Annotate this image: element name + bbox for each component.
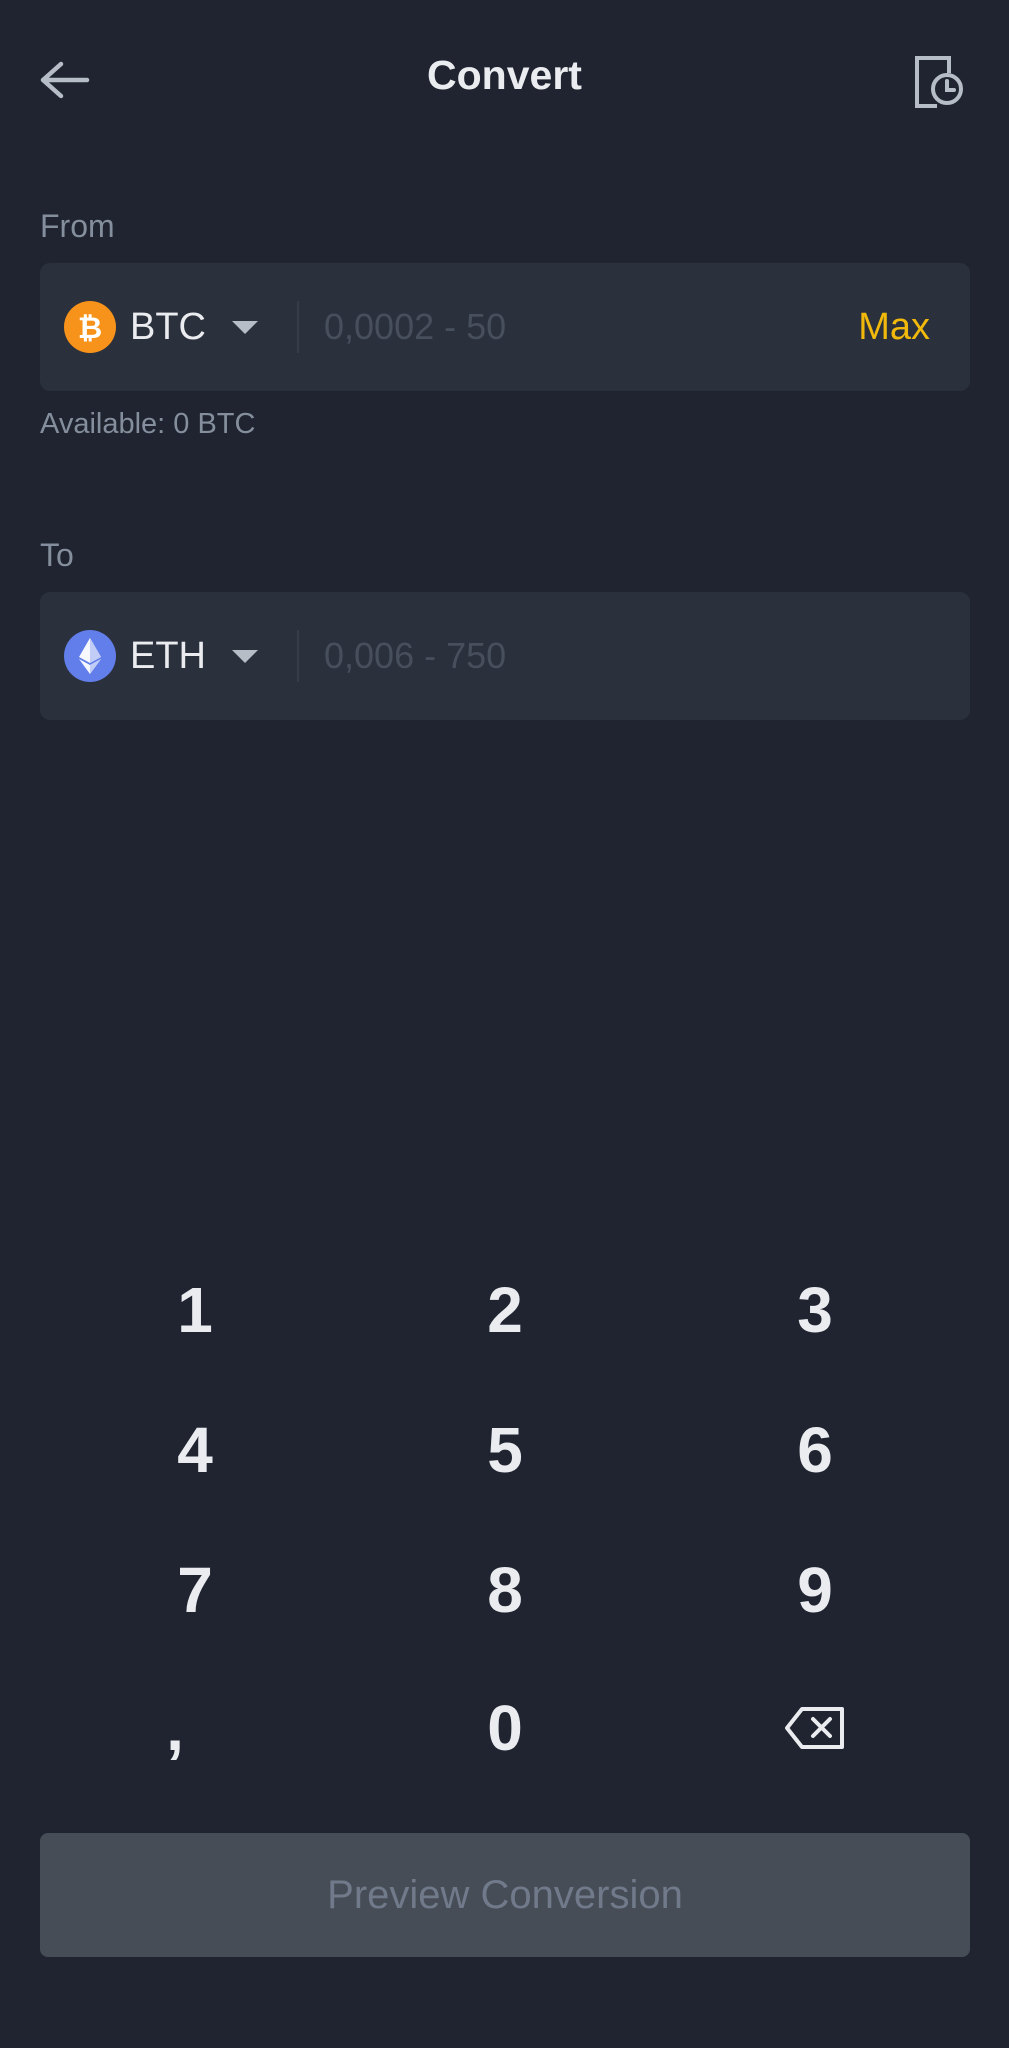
to-coin-code: ETH <box>130 634 206 677</box>
keypad-key-8[interactable]: 8 <box>350 1530 660 1650</box>
from-label: From <box>40 208 115 244</box>
svg-text:₿: ₿ <box>78 311 102 346</box>
order-history-button[interactable] <box>906 50 970 114</box>
from-amount-input[interactable] <box>324 263 824 391</box>
chevron-down-icon <box>232 649 258 663</box>
keypad-backspace-button[interactable] <box>660 1668 970 1788</box>
max-button[interactable]: Max <box>858 263 930 391</box>
order-history-icon <box>915 56 963 108</box>
from-field: ₿ BTC Max <box>40 263 970 391</box>
field-divider <box>297 301 299 353</box>
from-coin-selector[interactable]: ₿ BTC <box>64 263 258 391</box>
keypad-key-0[interactable]: 0 <box>350 1668 660 1788</box>
bitcoin-icon: ₿ <box>64 301 116 353</box>
backspace-icon <box>785 1707 844 1749</box>
keypad-key-2[interactable]: 2 <box>350 1250 660 1370</box>
from-coin-code: BTC <box>130 305 206 348</box>
preview-conversion-button[interactable]: Preview Conversion <box>40 1833 970 1957</box>
keypad-key-9[interactable]: 9 <box>660 1530 970 1650</box>
chevron-down-icon <box>232 320 258 334</box>
available-balance: Available: 0 BTC <box>40 408 256 440</box>
keypad-key-1[interactable]: 1 <box>40 1250 350 1370</box>
to-label: To <box>40 537 74 573</box>
ethereum-icon <box>64 630 116 682</box>
to-field: ETH <box>40 592 970 720</box>
header-bar: Convert <box>0 0 1009 160</box>
keypad-key-5[interactable]: 5 <box>350 1390 660 1510</box>
field-divider <box>297 630 299 682</box>
page-title: Convert <box>427 52 582 98</box>
keypad-key-7[interactable]: 7 <box>40 1530 350 1650</box>
keypad-key-decimal[interactable]: , <box>20 1668 330 1788</box>
to-coin-selector[interactable]: ETH <box>64 592 258 720</box>
keypad-key-6[interactable]: 6 <box>660 1390 970 1510</box>
keypad-key-3[interactable]: 3 <box>660 1250 970 1370</box>
keypad-key-4[interactable]: 4 <box>40 1390 350 1510</box>
to-amount-input[interactable] <box>324 592 824 720</box>
